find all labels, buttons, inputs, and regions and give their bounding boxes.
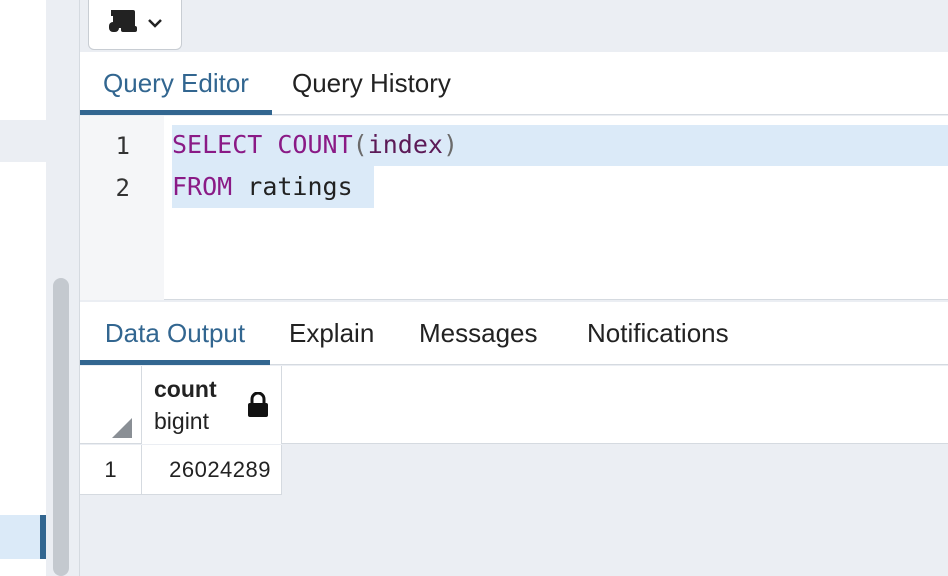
keyword: FROM: [172, 172, 233, 201]
function-name: COUNT: [277, 130, 353, 159]
chevron-down-icon: [147, 15, 163, 33]
tab-notifications[interactable]: Notifications: [587, 302, 729, 365]
code-line-2: FROM ratings: [172, 166, 353, 208]
tab-data-output[interactable]: Data Output: [80, 302, 270, 365]
tab-messages[interactable]: Messages: [419, 302, 538, 365]
scroll-icon: [107, 8, 141, 39]
tree-item-selected[interactable]: [0, 515, 46, 559]
grid-header: count bigint: [80, 366, 948, 444]
tab-query-history[interactable]: Query History: [292, 52, 451, 115]
tab-label: Query History: [292, 68, 451, 98]
code-line-1: SELECT COUNT(index): [172, 124, 458, 166]
table-cell[interactable]: 26024289: [142, 445, 282, 495]
tab-label: Explain: [289, 318, 375, 348]
keyword: SELECT: [172, 130, 263, 159]
column-name: count: [154, 376, 217, 402]
column-header-count[interactable]: count bigint: [142, 366, 282, 444]
editor-tabs: Query Editor Query History: [80, 52, 948, 115]
query-toolbar: [80, 0, 948, 52]
object-browser: [0, 0, 46, 576]
tab-label: Query Editor: [103, 68, 249, 98]
table-row[interactable]: 1 26024289: [80, 445, 282, 495]
row-number: 1: [80, 445, 142, 495]
scrollbar[interactable]: [53, 278, 69, 576]
corner-triangle-icon: [112, 418, 132, 438]
tab-label: Messages: [419, 318, 538, 348]
tree-item-highlight[interactable]: [0, 120, 46, 162]
tab-label: Data Output: [104, 318, 246, 348]
tab-label: Notifications: [587, 318, 729, 348]
paren: (: [352, 130, 368, 159]
data-output-grid: count bigint 1 26024289: [80, 366, 948, 576]
lock-icon: [246, 391, 270, 423]
line-gutter: 1 2: [80, 116, 164, 300]
sql-editor[interactable]: 1 2 SELECT COUNT(index) FROM ratings: [80, 116, 948, 300]
table-name: ratings: [247, 172, 353, 201]
line-number: 1: [115, 132, 130, 160]
column-type: bigint: [154, 408, 209, 434]
macros-button[interactable]: [88, 0, 182, 50]
paren: ): [442, 130, 459, 159]
tab-query-editor[interactable]: Query Editor: [80, 52, 272, 115]
line-number: 2: [115, 174, 130, 202]
result-tabs: Data Output Explain Messages Notificatio…: [80, 302, 948, 365]
tab-explain[interactable]: Explain: [289, 302, 374, 365]
select-all-corner[interactable]: [80, 366, 142, 444]
identifier: index: [367, 130, 443, 159]
